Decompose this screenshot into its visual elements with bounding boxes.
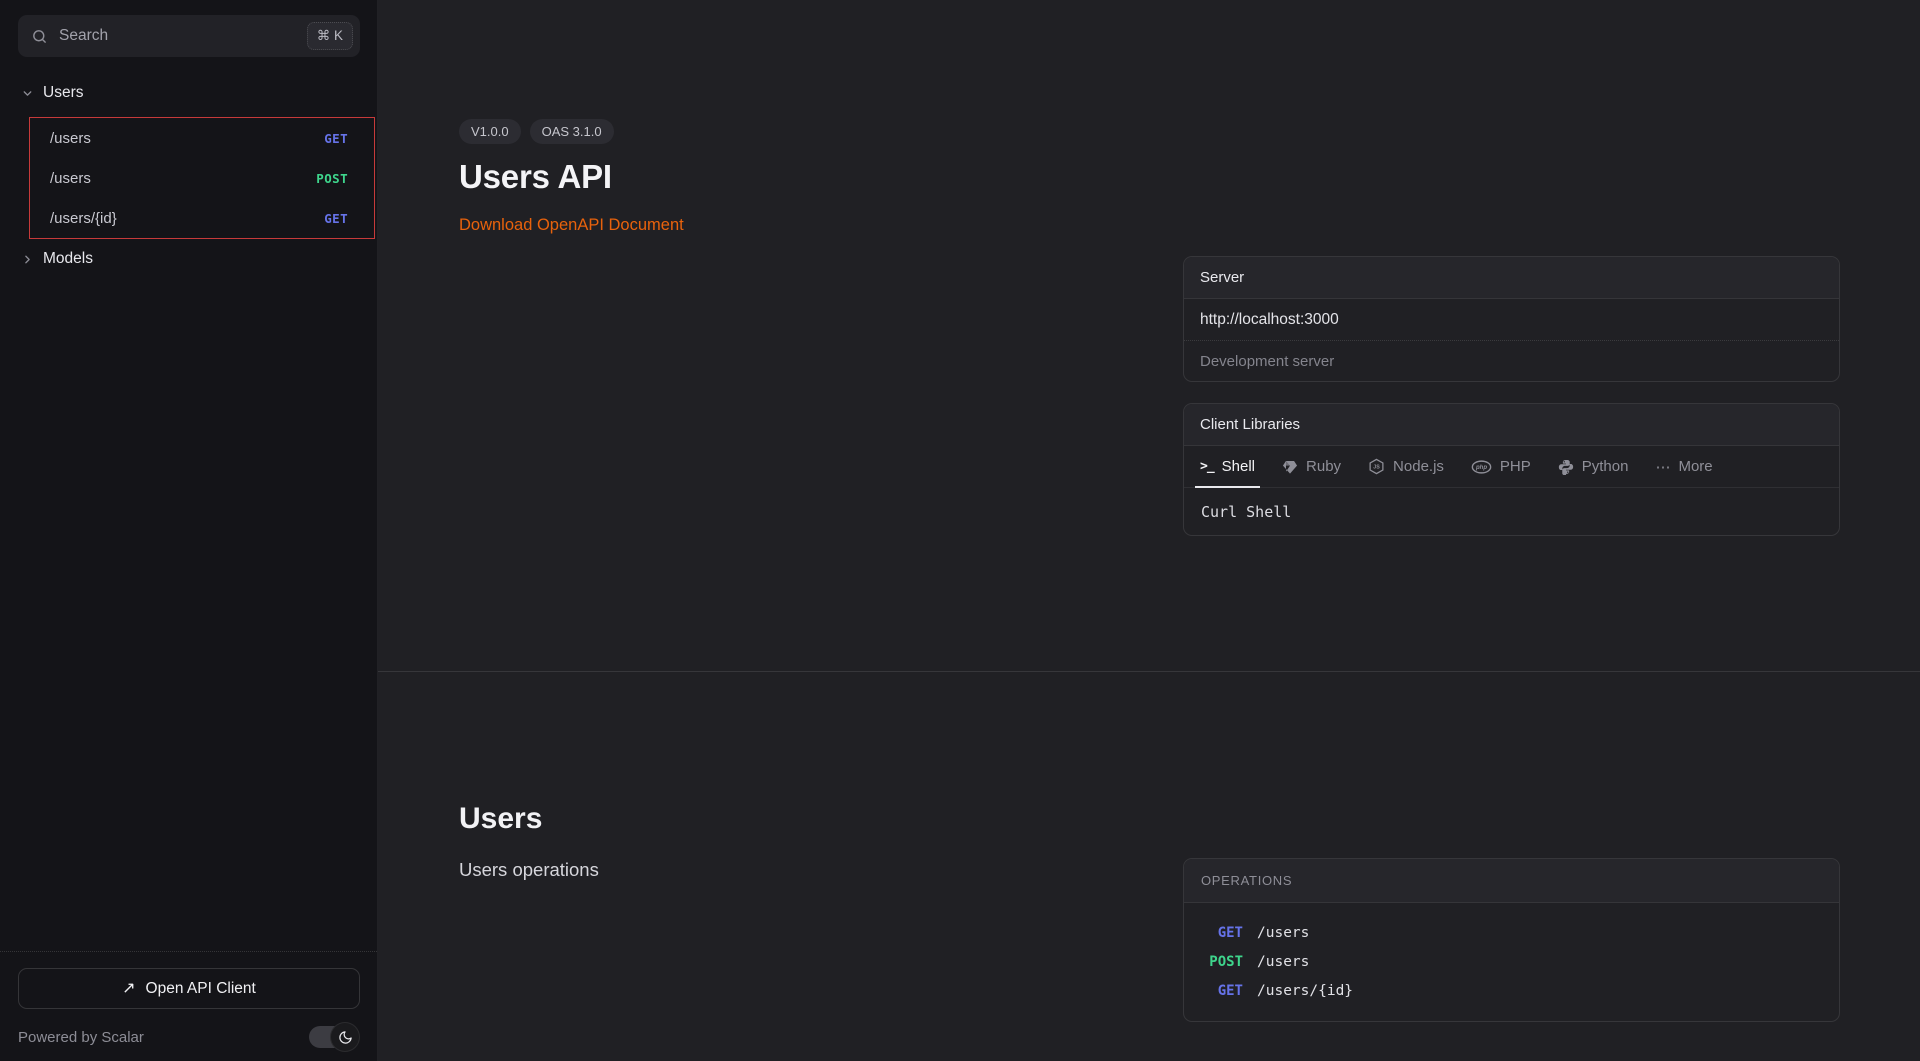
method-badge: GET [1201,983,1243,999]
method-badge: POST [316,171,348,186]
tab-label: Ruby [1306,458,1341,475]
api-header-section: V1.0.0 OAS 3.1.0 Users API Download Open… [378,0,1920,672]
tab-more[interactable]: ⋯ More [1655,446,1712,487]
method-badge: POST [1201,954,1243,970]
tab-python[interactable]: Python [1558,446,1629,487]
search-icon [31,28,48,45]
dark-mode-toggle[interactable] [309,1026,352,1048]
server-card-header: Server [1184,257,1839,299]
method-badge: GET [1201,925,1243,941]
svg-text:php: php [1475,465,1487,471]
sidebar-group-models[interactable]: Models [0,241,377,277]
tab-label: More [1678,458,1712,475]
section-description: Users operations [459,859,1183,881]
ellipsis-icon: ⋯ [1655,458,1670,476]
users-tag-intro: Users Users operations [459,672,1183,1061]
server-url[interactable]: http://localhost:3000 [1184,299,1839,340]
server-description: Development server [1184,340,1839,381]
operations-list: GET /users POST /users GET /users/{id} [1184,903,1839,1021]
version-badge: V1.0.0 [459,119,521,144]
powered-row: Powered by Scalar [18,1026,360,1048]
sidebar-item-get-users[interactable]: /users GET [30,118,374,158]
section-title: Users [459,802,1183,836]
arrow-up-right-icon: ↗ [122,981,135,997]
users-tag-section: Users Users operations OPERATIONS GET /u… [378,672,1920,1061]
chevron-down-icon [21,87,34,100]
php-icon: php [1471,460,1492,474]
endpoint-path: /users/{id} [50,210,117,227]
tab-label: Node.js [1393,458,1444,475]
sidebar-group-label: Models [43,250,93,268]
open-api-client-button[interactable]: ↗ Open API Client [18,968,360,1009]
endpoint-path: /users [50,170,91,187]
endpoint-path: /users [50,130,91,147]
nodejs-icon: JS [1368,458,1385,475]
operation-link-get-users[interactable]: GET /users [1201,918,1822,947]
operations-card: OPERATIONS GET /users POST /users GET /u [1183,858,1840,1022]
sidebar-group-users[interactable]: Users [0,75,377,111]
page-title: Users API [459,158,1183,196]
endpoint-path: /users/{id} [1257,983,1353,999]
tab-label: Shell [1222,458,1255,475]
oas-badge: OAS 3.1.0 [530,119,614,144]
main-content: V1.0.0 OAS 3.1.0 Users API Download Open… [378,0,1920,1061]
sidebar: Search ⌘ K Users /users GET /users POST … [0,0,378,1061]
powered-by-label: Powered by Scalar [18,1029,144,1046]
sidebar-nav: Users /users GET /users POST /users/{id}… [0,75,377,277]
badges-row: V1.0.0 OAS 3.1.0 [459,119,1183,144]
method-badge: GET [324,131,348,146]
bottom-cards-column: OPERATIONS GET /users POST /users GET /u [1183,672,1840,1061]
client-library-snippet: Curl Shell [1184,488,1839,535]
endpoint-path: /users [1257,925,1309,941]
python-icon [1558,459,1574,475]
client-libraries-tabs: >_ Shell Ruby JS Node.js php [1184,446,1839,488]
sidebar-item-post-users[interactable]: /users POST [30,158,374,198]
header-cards-column: Server http://localhost:3000 Development… [1183,0,1840,671]
method-badge: GET [324,211,348,226]
moon-icon [338,1030,353,1045]
sidebar-group-label: Users [43,84,83,102]
tab-shell[interactable]: >_ Shell [1200,446,1255,487]
tab-label: PHP [1500,458,1531,475]
operation-link-get-users-id[interactable]: GET /users/{id} [1201,976,1822,1005]
terminal-icon: >_ [1200,459,1214,474]
sidebar-item-get-users-id[interactable]: /users/{id} GET [30,198,374,238]
sidebar-highlight-box: /users GET /users POST /users/{id} GET [29,117,375,239]
operation-link-post-users[interactable]: POST /users [1201,947,1822,976]
open-api-client-label: Open API Client [146,980,256,998]
svg-text:JS: JS [1373,465,1380,471]
app-root: Search ⌘ K Users /users GET /users POST … [0,0,1920,1061]
toggle-knob [330,1022,360,1052]
tab-label: Python [1582,458,1629,475]
search-input[interactable]: Search ⌘ K [18,15,360,57]
tab-ruby[interactable]: Ruby [1282,446,1341,487]
tab-php[interactable]: php PHP [1471,446,1531,487]
endpoint-path: /users [1257,954,1309,970]
operations-card-header: OPERATIONS [1184,859,1839,903]
download-openapi-link[interactable]: Download OpenAPI Document [459,216,684,235]
sidebar-footer: ↗ Open API Client Powered by Scalar [0,951,377,1061]
server-card: Server http://localhost:3000 Development… [1183,256,1840,382]
client-libraries-card: Client Libraries >_ Shell Ruby JS Node. [1183,403,1840,536]
tab-nodejs[interactable]: JS Node.js [1368,446,1444,487]
search-placeholder: Search [59,27,296,45]
search-shortcut-badge: ⌘ K [307,22,353,50]
client-libraries-header: Client Libraries [1184,404,1839,446]
api-intro: V1.0.0 OAS 3.1.0 Users API Download Open… [459,0,1183,671]
chevron-right-icon [21,253,34,266]
ruby-icon [1282,459,1298,475]
